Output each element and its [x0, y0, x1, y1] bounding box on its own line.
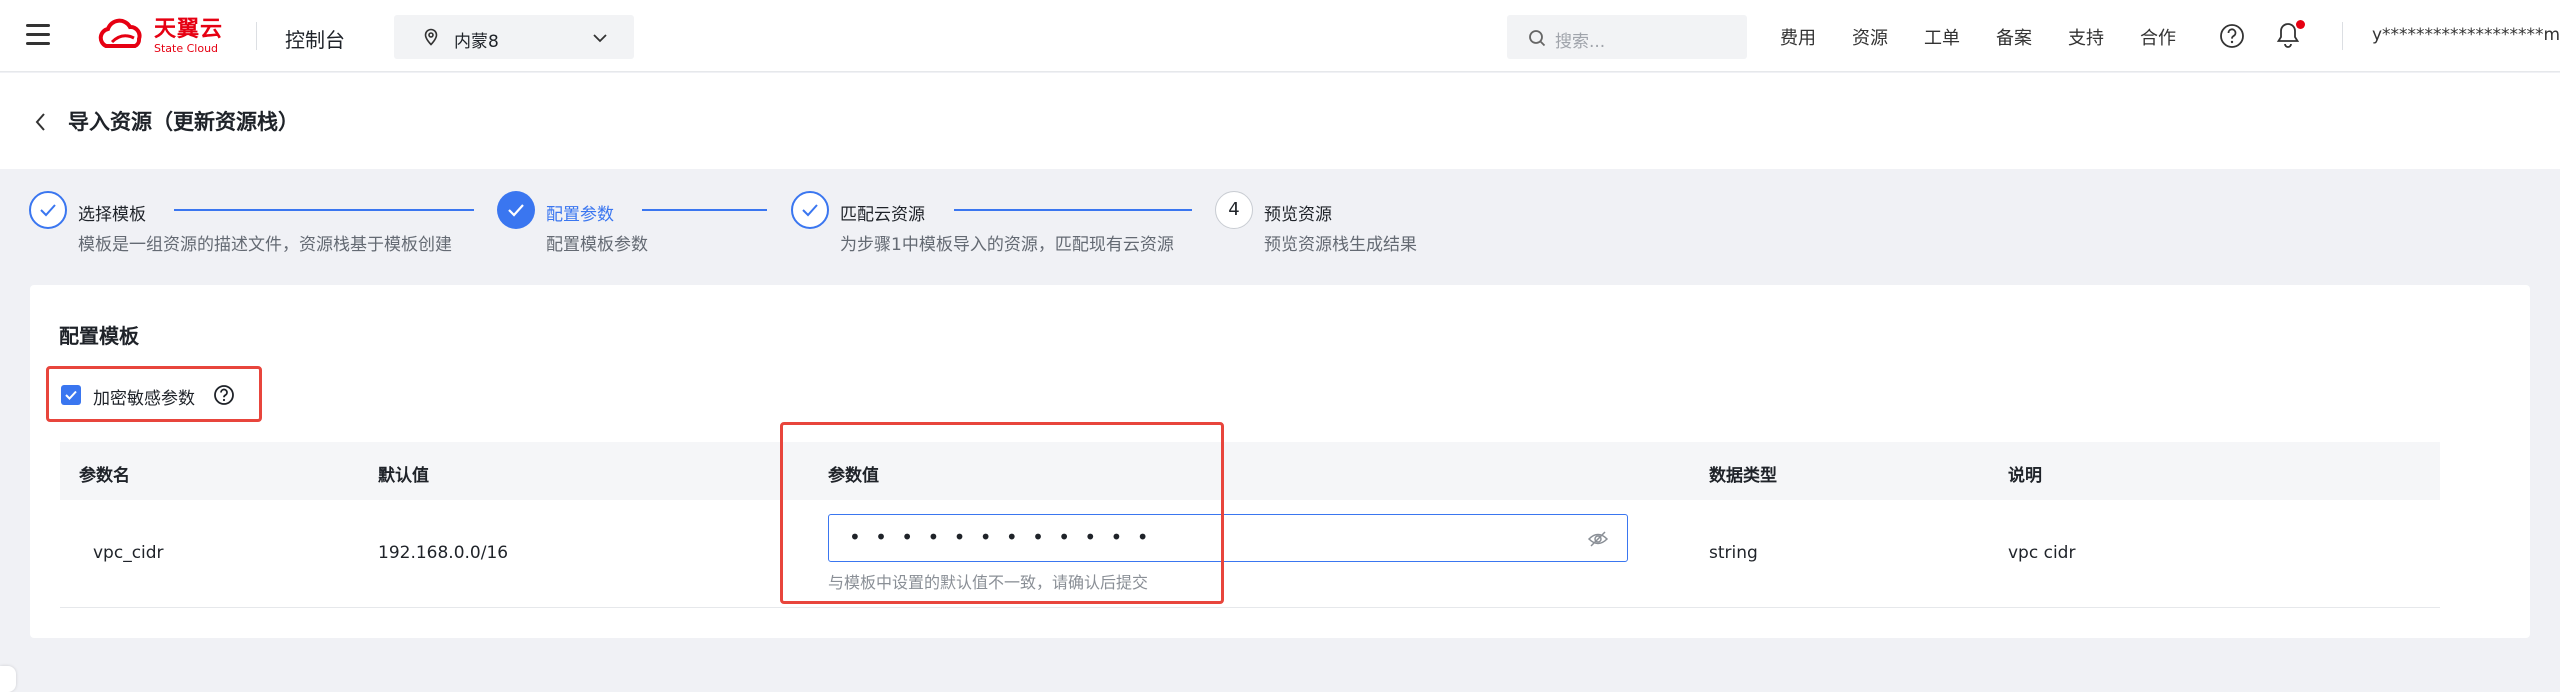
section-title: 配置模板 [59, 324, 139, 348]
chevron-down-icon [593, 34, 607, 43]
search-input[interactable]: 搜索... [1507, 15, 1747, 59]
step-connector [642, 209, 767, 211]
default-value: 192.168.0.0/16 [378, 543, 509, 563]
eye-off-icon[interactable] [1587, 529, 1609, 549]
step-connector [954, 209, 1192, 211]
logo-cn: 天翼云 [154, 16, 224, 42]
step-desc: 预览资源栈生成结果 [1264, 235, 1417, 255]
page-title: 导入资源（更新资源栈） [68, 110, 299, 134]
highlight-box [780, 422, 1224, 604]
step-connector [174, 209, 474, 211]
nav-billing[interactable]: 费用 [1780, 24, 1816, 50]
help-icon[interactable] [2219, 23, 2245, 49]
region-selector[interactable]: 内蒙8 [394, 15, 634, 59]
console-link[interactable]: 控制台 [285, 24, 345, 53]
nav-support[interactable]: 支持 [2068, 24, 2104, 50]
divider [256, 22, 257, 50]
nav-tickets[interactable]: 工单 [1924, 24, 1960, 50]
notification-dot [2296, 20, 2305, 29]
encrypt-checkbox[interactable] [61, 385, 81, 405]
location-pin-icon [424, 28, 438, 46]
logo[interactable]: 天翼云 State Cloud [92, 16, 223, 56]
user-account[interactable]: y*******************m [2372, 25, 2560, 45]
column-header: 数据类型 [1709, 466, 1777, 486]
divider [2342, 22, 2343, 50]
data-type: string [1709, 543, 1758, 563]
search-icon [1529, 30, 1546, 47]
step-title: 预览资源 [1264, 205, 1332, 225]
check-icon [29, 191, 67, 229]
nav-filing[interactable]: 备案 [1996, 24, 2032, 50]
help-icon[interactable] [213, 384, 235, 406]
menu-icon[interactable] [26, 24, 50, 46]
search-placeholder: 搜索... [1555, 32, 1606, 52]
column-header: 默认值 [378, 466, 429, 486]
step-title: 配置参数 [546, 205, 614, 225]
step-desc: 为步骤1中模板导入的资源，匹配现有云资源 [840, 235, 1174, 255]
step-number: 4 [1215, 191, 1253, 229]
nav-resources[interactable]: 资源 [1852, 24, 1888, 50]
step-desc: 配置模板参数 [546, 235, 648, 255]
checkmark-icon [65, 390, 77, 400]
param-name: vpc_cidr [93, 543, 164, 563]
step-title: 选择模板 [78, 205, 146, 225]
sidebar-toggle[interactable] [0, 666, 16, 692]
encrypt-label[interactable]: 加密敏感参数 [93, 384, 195, 409]
step-desc: 模板是一组资源的描述文件，资源栈基于模板创建 [78, 235, 452, 255]
column-header: 参数名 [79, 466, 130, 486]
step-title: 匹配云资源 [840, 205, 925, 225]
nav-partners[interactable]: 合作 [2140, 24, 2176, 50]
row-divider [60, 607, 2440, 608]
check-icon [791, 191, 829, 229]
back-arrow-icon[interactable] [32, 111, 50, 133]
region-label: 内蒙8 [454, 32, 499, 52]
cloud-logo-icon [98, 18, 142, 48]
check-icon [497, 191, 535, 229]
logo-en: State Cloud [154, 41, 219, 55]
top-bar: 天翼云 State Cloud 控制台 内蒙8 搜索... 费用 资源 工单 备… [0, 0, 2560, 72]
column-header: 说明 [2008, 466, 2042, 486]
param-desc: vpc cidr [2008, 543, 2076, 563]
page-header: 导入资源（更新资源栈） [0, 73, 2560, 169]
